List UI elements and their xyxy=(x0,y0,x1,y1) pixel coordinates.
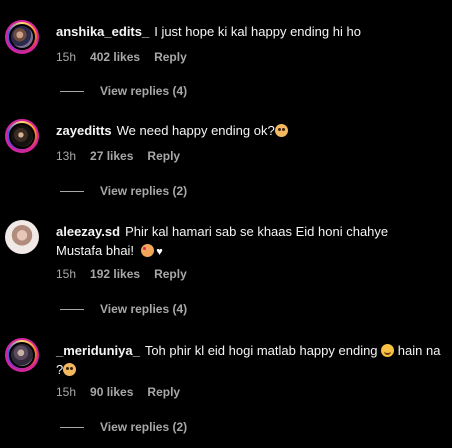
comment-meta: 15h 90 likes Reply xyxy=(56,385,194,399)
view-replies-button[interactable]: View replies (4) xyxy=(60,84,187,98)
heart-icon: ♥ xyxy=(156,246,163,258)
comment-time: 15h xyxy=(56,267,77,281)
view-replies-label: View replies (4) xyxy=(100,302,188,316)
comment-username[interactable]: _meriduniya_ xyxy=(56,343,140,358)
reply-button[interactable]: Reply xyxy=(154,267,187,281)
smiling-face-icon xyxy=(381,344,395,357)
reply-button[interactable]: Reply xyxy=(147,149,180,163)
comment-time: 13h xyxy=(56,149,77,163)
comment-meta: 13h 27 likes Reply xyxy=(56,149,194,163)
comment-time: 15h xyxy=(56,50,77,64)
comment-text: Toh phir kl eid hogi matlab happy ending xyxy=(144,343,378,358)
likes-count[interactable]: 192 likes xyxy=(90,267,140,281)
comment-meta: 15h 402 likes Reply xyxy=(56,50,201,64)
divider-line xyxy=(60,427,84,429)
avatar[interactable] xyxy=(5,119,39,153)
view-replies-button[interactable]: View replies (2) xyxy=(60,184,187,198)
comment-username[interactable]: aleezay.sd xyxy=(56,224,120,239)
smiling-face-with-hearts-icon xyxy=(141,244,155,257)
view-replies-label: View replies (2) xyxy=(100,420,188,434)
view-replies-button[interactable]: View replies (2) xyxy=(60,420,187,434)
comment-meta: 15h 192 likes Reply xyxy=(56,267,201,281)
comment-text: We need happy ending ok? xyxy=(116,123,275,138)
divider-line xyxy=(60,191,84,193)
comment-username[interactable]: zayeditts xyxy=(56,123,112,138)
view-replies-label: View replies (4) xyxy=(100,84,188,98)
view-replies-button[interactable]: View replies (4) xyxy=(60,302,187,316)
pleading-face-icon xyxy=(63,363,77,376)
reply-button[interactable]: Reply xyxy=(147,385,180,399)
pleading-face-icon xyxy=(274,124,288,137)
avatar[interactable] xyxy=(5,20,39,54)
likes-count[interactable]: 27 likes xyxy=(90,149,133,163)
reply-button[interactable]: Reply xyxy=(154,50,187,64)
view-replies-label: View replies (2) xyxy=(100,184,188,198)
likes-count[interactable]: 402 likes xyxy=(90,50,140,64)
avatar[interactable] xyxy=(5,338,39,372)
divider-line xyxy=(60,309,84,311)
likes-count[interactable]: 90 likes xyxy=(90,385,133,399)
comment-time: 15h xyxy=(56,385,77,399)
comment-username[interactable]: anshika_edits_ xyxy=(56,24,149,39)
divider-line xyxy=(60,91,84,93)
avatar[interactable] xyxy=(5,220,39,254)
comment-text: I just hope ki kal happy ending hi ho xyxy=(154,24,361,39)
